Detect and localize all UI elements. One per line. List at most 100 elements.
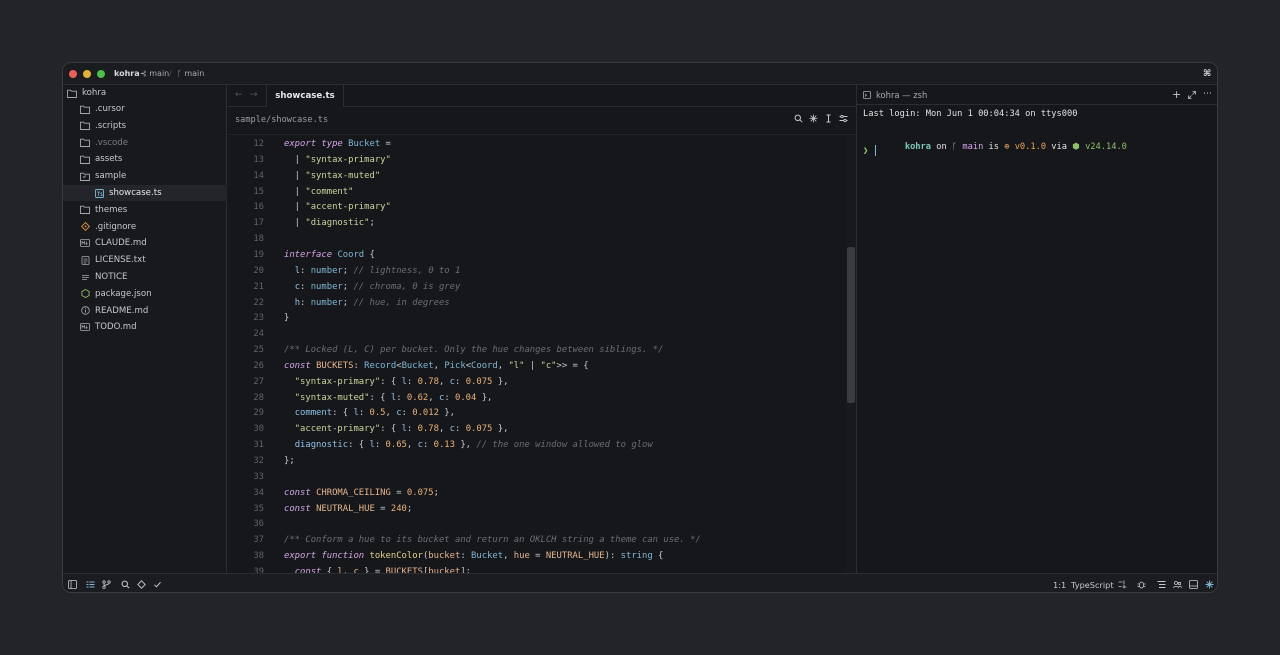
sidebar-item-notice[interactable]: NOTICE bbox=[63, 269, 227, 285]
file-list-icon[interactable] bbox=[85, 579, 95, 589]
code-token: Pick bbox=[444, 360, 466, 371]
code-line[interactable]: | "comment" bbox=[284, 187, 354, 197]
command-icon[interactable]: ⌘ bbox=[1203, 69, 1211, 79]
code-line[interactable]: | "accent-primary" bbox=[284, 202, 391, 212]
folder-open-icon bbox=[67, 88, 77, 98]
code-line[interactable]: /** Locked (L, C) per bucket. Only the h… bbox=[284, 345, 663, 355]
assistant-icon[interactable] bbox=[1204, 579, 1214, 589]
forward-arrow-icon[interactable]: → bbox=[250, 90, 258, 100]
code-token: string bbox=[620, 551, 653, 562]
search-icon[interactable] bbox=[120, 579, 130, 589]
source-control-icon[interactable] bbox=[101, 579, 111, 589]
tree-root[interactable]: kohra bbox=[63, 85, 227, 101]
sidebar-item-scripts[interactable]: .scripts bbox=[63, 118, 227, 134]
code-line[interactable]: c: number; // chroma, 0 is grey bbox=[284, 281, 461, 292]
sidebar-item-license-txt[interactable]: LICENSE.txt bbox=[63, 252, 227, 268]
code-line[interactable]: } bbox=[284, 313, 289, 323]
scrollbar-thumb[interactable] bbox=[847, 247, 855, 403]
sidebar-item-readme-md[interactable]: README.md bbox=[63, 303, 227, 319]
new-terminal-plus-icon[interactable]: + bbox=[1172, 88, 1181, 101]
code-token: : bbox=[300, 281, 311, 292]
search-icon[interactable] bbox=[794, 114, 803, 123]
sidebar-item-label: sample bbox=[95, 171, 127, 182]
diagnostics-icon[interactable] bbox=[136, 579, 146, 589]
code-line[interactable]: "syntax-muted": { l: 0.62, c: 0.04 }, bbox=[284, 393, 493, 403]
code-token: : bbox=[406, 424, 418, 435]
code-token: /** Locked (L, C) per bucket. Only the h… bbox=[284, 345, 664, 356]
code-line[interactable]: export type Bucket = bbox=[284, 139, 391, 149]
code-token: }, bbox=[438, 408, 455, 419]
editor-scrollbar[interactable] bbox=[846, 135, 856, 573]
code-line[interactable]: "syntax-primary": { l: 0.78, c: 0.075 }, bbox=[284, 377, 509, 387]
sidebar-item-vscode[interactable]: .vscode bbox=[63, 135, 227, 151]
code-editor[interactable]: 12 export type Bucket = 13 | "syntax-prima… bbox=[228, 135, 848, 573]
status-bar: 1:1 TypeScript bbox=[63, 573, 1217, 592]
sliders-icon[interactable] bbox=[839, 114, 848, 123]
code-line[interactable]: /** Conform a hue to its bucket and retu… bbox=[284, 535, 701, 545]
minimize-window-button[interactable] bbox=[83, 70, 91, 78]
sidebar-item-cursor[interactable]: .cursor bbox=[63, 101, 227, 117]
code-line[interactable]: | "syntax-muted" bbox=[284, 171, 381, 181]
sidebar-item-claude-md[interactable]: CLAUDE.md bbox=[63, 235, 227, 251]
prompt-package-version: v0.1.0 bbox=[1014, 142, 1047, 152]
expand-icon[interactable] bbox=[1188, 91, 1196, 99]
code-line[interactable]: l: number; // lightness, 0 to 1 bbox=[284, 265, 461, 276]
text-cursor-icon[interactable] bbox=[824, 114, 833, 123]
code-line[interactable]: export function tokenColor(bucket: Bucke… bbox=[284, 551, 663, 561]
collaboration-icon[interactable] bbox=[1172, 579, 1182, 589]
git-branch-selector[interactable]: ᚴ main bbox=[177, 69, 204, 78]
code-token: : bbox=[358, 408, 370, 419]
code-token: , bbox=[433, 360, 445, 371]
line-number: 24 bbox=[253, 329, 264, 340]
panel-toggle-icon[interactable] bbox=[1188, 579, 1198, 589]
code-line[interactable]: const CHROMA_CEILING = 0.075; bbox=[284, 488, 439, 498]
code-token: : bbox=[374, 440, 386, 451]
code-token: | bbox=[284, 202, 306, 213]
code-line[interactable]: const BUCKETS: Record<Bucket, Pick<Coord… bbox=[284, 361, 589, 371]
language-mode[interactable]: TypeScript bbox=[1071, 580, 1114, 590]
breadcrumb-path[interactable]: sample/showcase.ts bbox=[235, 115, 328, 125]
worktree-branch-selector[interactable]: ⊰ main bbox=[140, 69, 169, 78]
line-number: 30 bbox=[253, 424, 264, 435]
sidebar-item-sample[interactable]: sample bbox=[63, 168, 227, 184]
more-options-icon[interactable]: ⋯ bbox=[1203, 89, 1212, 99]
sidebar-item-themes[interactable]: themes bbox=[63, 202, 227, 218]
code-token: : bbox=[300, 265, 311, 276]
formatter-icon[interactable] bbox=[1117, 579, 1127, 589]
sidebar-item-package-json[interactable]: package.json bbox=[63, 286, 227, 302]
code-line[interactable]: | "syntax-primary" bbox=[284, 155, 391, 165]
code-token: /** Conform a hue to its bucket and retu… bbox=[284, 535, 701, 546]
terminal-output[interactable]: Last login: Mon Jun 1 00:04:34 on ttys00… bbox=[863, 109, 1127, 158]
code-line[interactable]: h: number; // hue, in degrees bbox=[284, 298, 450, 308]
sidebar-item-showcase-ts[interactable]: showcase.ts bbox=[63, 185, 227, 201]
close-window-button[interactable] bbox=[69, 70, 77, 78]
code-line[interactable]: comment: { l: 0.5, c: 0.012 }, bbox=[284, 408, 455, 418]
line-number: 16 bbox=[253, 202, 264, 213]
outline-icon[interactable] bbox=[1156, 579, 1166, 589]
code-line[interactable]: "accent-primary": { l: 0.78, c: 0.075 }, bbox=[284, 424, 509, 435]
code-line[interactable]: }; bbox=[284, 456, 295, 466]
line-number: 35 bbox=[253, 503, 264, 514]
line-number: 32 bbox=[253, 456, 264, 466]
sidebar-item-gitignore[interactable]: .gitignore bbox=[63, 219, 227, 235]
code-line[interactable]: const NEUTRAL_HUE = 240; bbox=[284, 504, 412, 514]
code-line[interactable]: | "diagnostic"; bbox=[284, 218, 375, 228]
code-line[interactable]: diagnostic: { l: 0.65, c: 0.13 }, // the… bbox=[284, 440, 653, 450]
tab-showcase-ts[interactable]: showcase.ts bbox=[266, 85, 344, 108]
info-icon bbox=[80, 306, 90, 316]
code-line[interactable]: interface Coord { bbox=[284, 250, 375, 260]
code-token: : bbox=[353, 360, 365, 371]
cursor-position[interactable]: 1:1 bbox=[1053, 580, 1066, 590]
sidebar-item-todo-md[interactable]: TODO.md bbox=[63, 319, 227, 335]
back-arrow-icon[interactable]: ← bbox=[235, 90, 243, 100]
check-icon[interactable] bbox=[152, 579, 162, 589]
project-name[interactable]: kohra bbox=[114, 69, 140, 78]
code-token: ): bbox=[604, 551, 621, 562]
debug-icon[interactable] bbox=[1136, 579, 1146, 589]
toggle-sidebar-icon[interactable] bbox=[67, 579, 77, 589]
sidebar-item-assets[interactable]: assets bbox=[63, 151, 227, 167]
zoom-window-button[interactable] bbox=[97, 70, 105, 78]
sparkle-icon[interactable] bbox=[809, 114, 818, 123]
